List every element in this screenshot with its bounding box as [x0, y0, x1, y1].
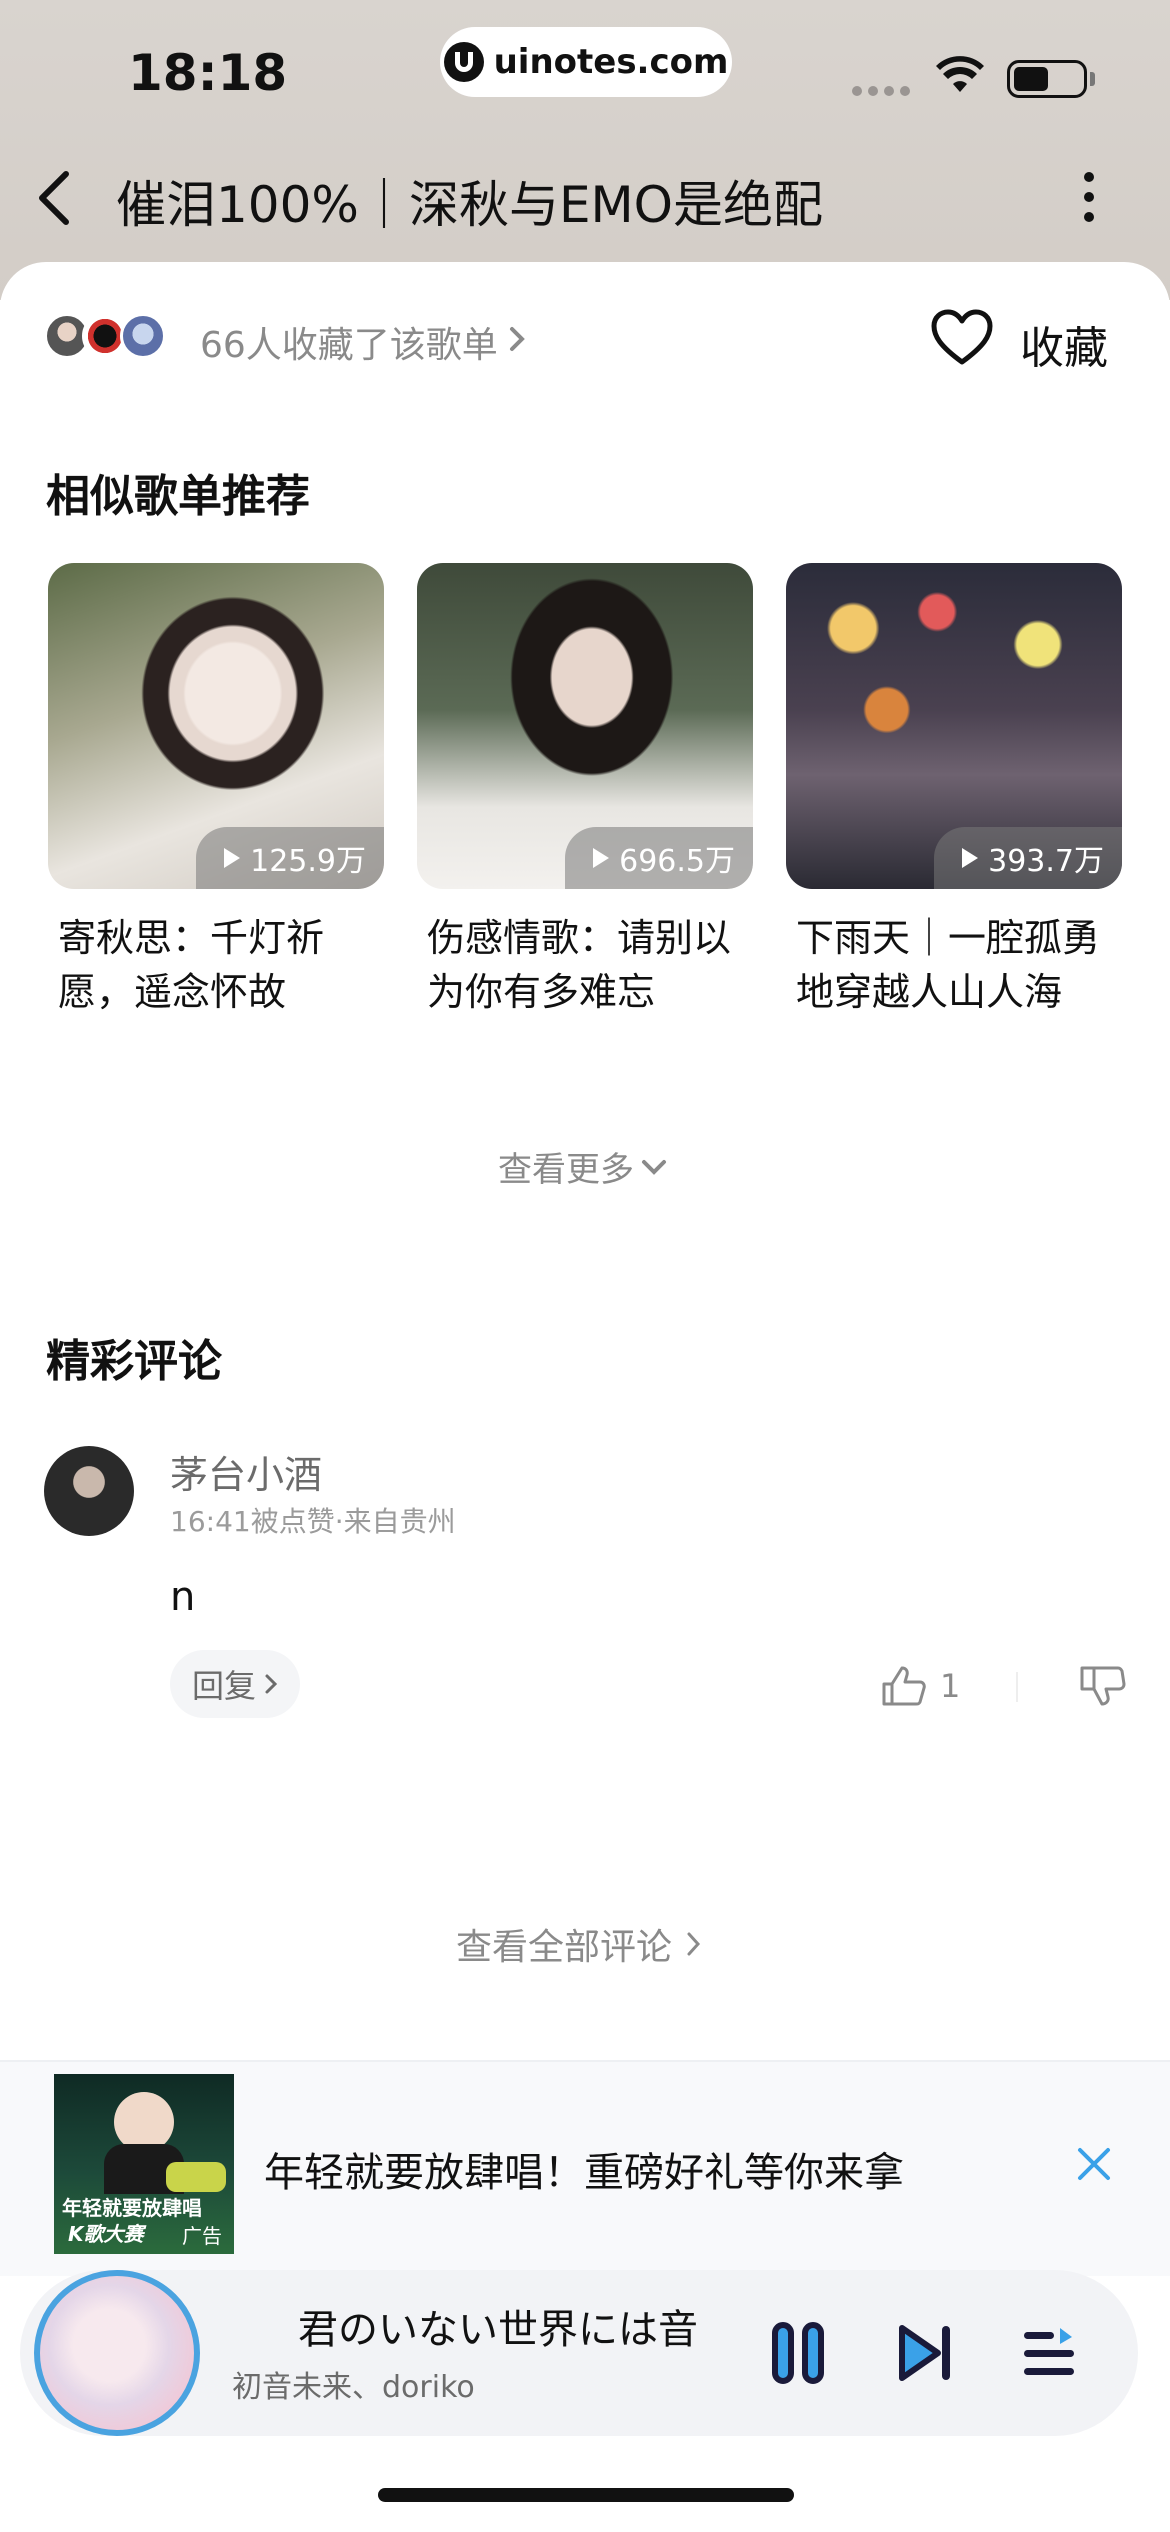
- like-button[interactable]: 1: [880, 1664, 960, 1708]
- collector-avatars[interactable]: [44, 313, 166, 359]
- similar-section-title: 相似歌单推荐: [46, 471, 310, 522]
- playlist-title: 伤感情歌：请别以 为你有多难忘: [427, 916, 732, 1014]
- divider: [1016, 1672, 1018, 1702]
- collect-count-link[interactable]: 66人收藏了该歌单: [200, 316, 498, 368]
- avatar[interactable]: [44, 1446, 134, 1536]
- play-icon: [224, 848, 241, 868]
- wifi-icon: [936, 56, 984, 92]
- thumbs-up-icon: [882, 1666, 926, 1706]
- comment-body: n: [170, 1574, 196, 1620]
- signal-icon: [852, 86, 910, 96]
- chevron-right-icon: [510, 327, 525, 351]
- playlist-cover: 125.9万: [48, 563, 384, 889]
- play-count: 696.5万: [565, 827, 753, 889]
- play-icon: [593, 848, 610, 868]
- comment-username[interactable]: 茅台小酒: [170, 1444, 322, 1499]
- url-pill[interactable]: uinotes.com: [440, 27, 732, 97]
- close-icon[interactable]: [1076, 2146, 1112, 2182]
- avatar: [120, 313, 166, 359]
- comments-section-title: 精彩评论: [46, 1336, 222, 1387]
- play-icon: [962, 848, 979, 868]
- pause-icon: [772, 2322, 794, 2384]
- comment-meta: 16:41被点赞·来自贵州: [170, 1505, 456, 1538]
- playlist-cover: 393.7万: [786, 563, 1122, 889]
- playlist-title: 寄秋思：千灯祈 愿，遥念怀故: [58, 916, 325, 1014]
- ad-image-subline: K歌大赛: [68, 2222, 144, 2246]
- see-more-button[interactable]: 查看更多: [498, 1142, 668, 1191]
- view-all-comments-button[interactable]: 查看全部评论: [456, 1918, 702, 1970]
- now-playing-artist: 初音未来、doriko: [232, 2370, 475, 2405]
- like-count: 1: [940, 1667, 961, 1705]
- page-title: 催泪100%｜深秋与EMO是绝配: [116, 176, 824, 234]
- chevron-down-icon: [642, 1159, 666, 1175]
- favorite-button[interactable]: 收藏: [1020, 312, 1108, 376]
- battery-tip: [1090, 72, 1095, 86]
- chevron-right-icon: [687, 1932, 701, 1956]
- playlist-card[interactable]: 696.5万 伤感情歌：请别以 为你有多难忘: [417, 563, 753, 1019]
- now-playing-title: 君のいない世界には音: [298, 2307, 698, 2353]
- battery-icon: [1007, 60, 1087, 98]
- ad-person: [114, 2092, 174, 2152]
- pause-button[interactable]: [772, 2322, 824, 2384]
- play-count: 125.9万: [196, 827, 384, 889]
- play-count: 393.7万: [934, 827, 1122, 889]
- more-options-icon[interactable]: [1084, 172, 1094, 222]
- url-text: uinotes.com: [493, 42, 729, 82]
- heart-icon[interactable]: [930, 308, 994, 366]
- playlist-icon[interactable]: [1022, 2326, 1076, 2380]
- playlist-card[interactable]: 393.7万 下雨天｜一腔孤勇 地穿越人山人海: [786, 563, 1122, 1019]
- ad-car: [166, 2162, 226, 2192]
- playlist-cover: 696.5万: [417, 563, 753, 889]
- next-track-icon[interactable]: [896, 2322, 956, 2384]
- ad-tag: 广告: [182, 2224, 222, 2248]
- back-arrow-icon[interactable]: [36, 170, 72, 226]
- album-cover[interactable]: [34, 2270, 200, 2436]
- chevron-right-icon: [265, 1674, 278, 1694]
- status-time: 18:18: [128, 44, 288, 102]
- home-indicator: [378, 2488, 794, 2502]
- playlist-card[interactable]: 125.9万 寄秋思：千灯祈 愿，遥念怀故: [48, 563, 384, 1019]
- playlist-title: 下雨天｜一腔孤勇 地穿越人山人海: [796, 916, 1101, 1014]
- ad-image[interactable]: 年轻就要放肆唱 K歌大赛 广告: [54, 2074, 234, 2254]
- reply-button[interactable]: 回复: [170, 1650, 301, 1718]
- ad-text[interactable]: 年轻就要放肆唱！重磅好礼等你来拿: [264, 2140, 904, 2198]
- ad-image-headline: 年轻就要放肆唱: [62, 2196, 202, 2220]
- site-logo-icon: [443, 42, 484, 82]
- thumbs-down-icon[interactable]: [1078, 1664, 1126, 1708]
